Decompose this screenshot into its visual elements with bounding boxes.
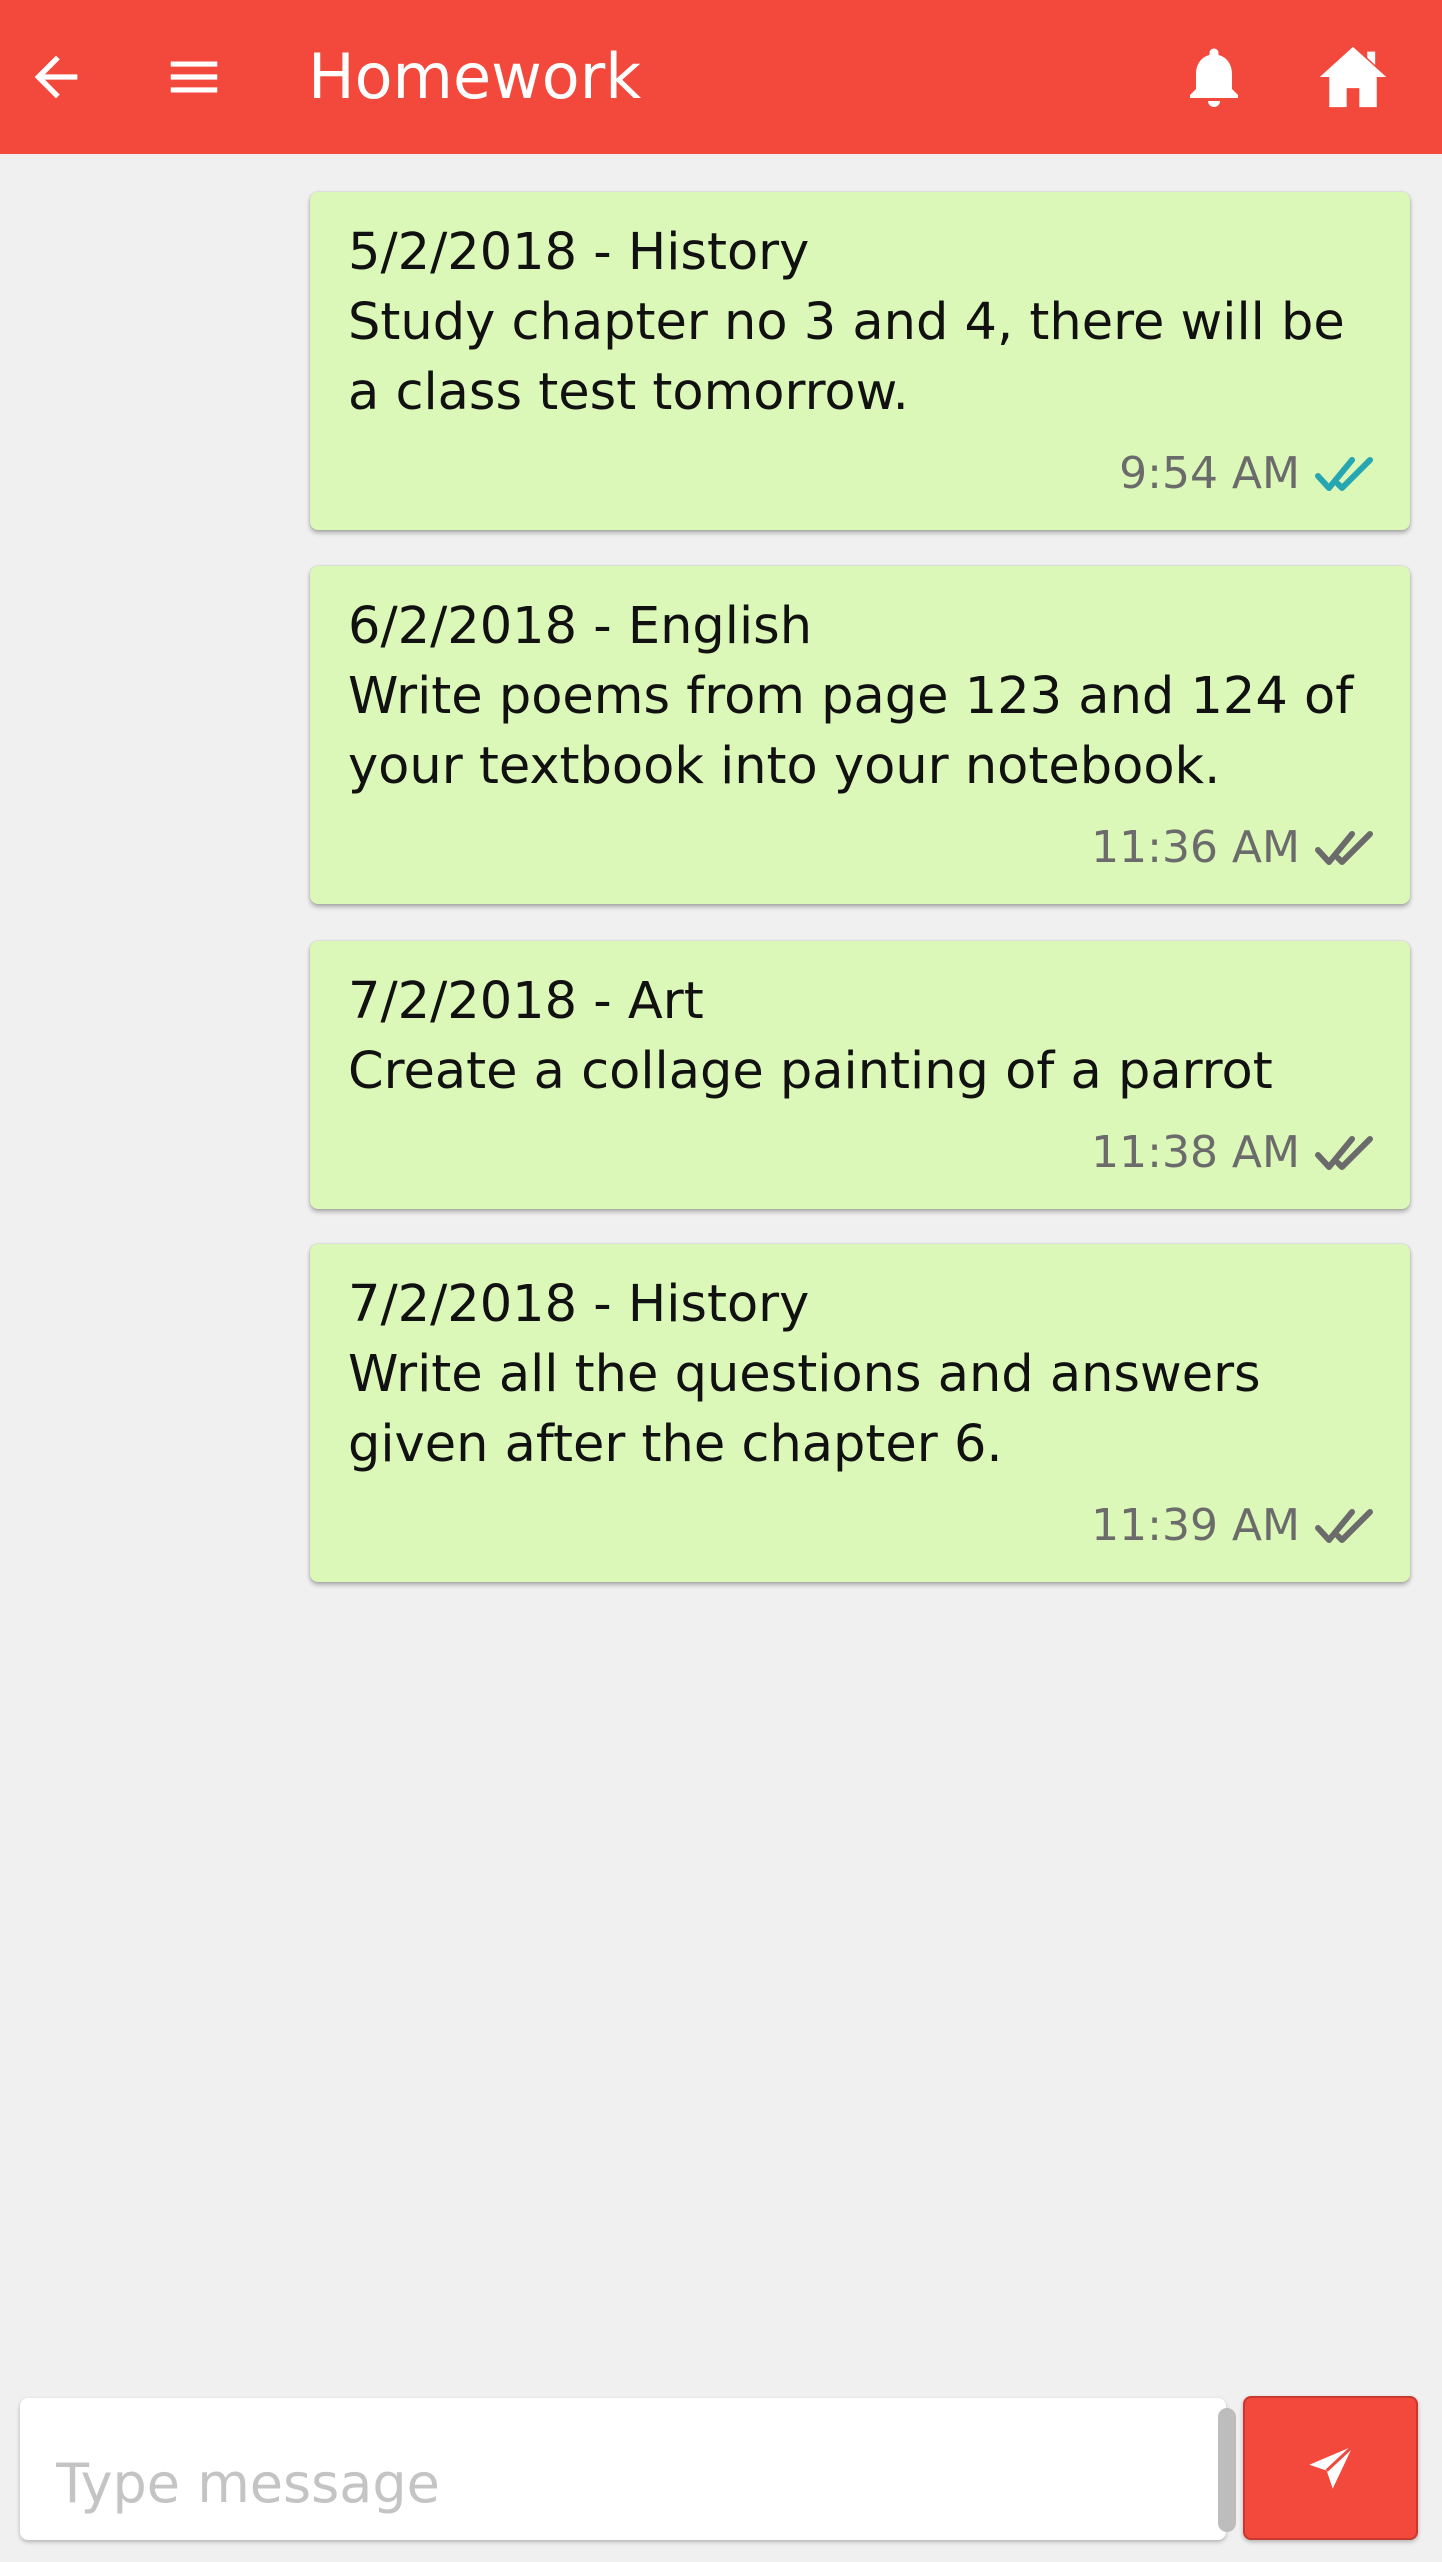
message-text: Create a collage painting of a parrot bbox=[348, 1042, 1273, 1101]
home-icon bbox=[1319, 46, 1387, 108]
message-meta: 11:38 AM bbox=[1091, 1125, 1376, 1181]
message-meta: 11:36 AM bbox=[1091, 820, 1376, 876]
double-check-icon bbox=[1315, 1509, 1373, 1543]
message-text: Study chapter no 3 and 4, there will be … bbox=[348, 293, 1345, 422]
page-title: Homework bbox=[308, 40, 642, 113]
message-time: 9:54 AM bbox=[1119, 448, 1300, 499]
home-button[interactable] bbox=[1305, 0, 1401, 154]
message-text: Write poems from page 123 and 124 of you… bbox=[348, 667, 1354, 796]
message-header: 5/2/2018 - History bbox=[348, 223, 810, 282]
double-check-icon bbox=[1315, 457, 1373, 491]
message-bubble[interactable]: 5/2/2018 - History Study chapter no 3 an… bbox=[310, 192, 1410, 530]
message-bubble[interactable]: 7/2/2018 - Art Create a collage painting… bbox=[310, 941, 1410, 1209]
hamburger-menu-icon bbox=[170, 61, 218, 93]
message-time: 11:38 AM bbox=[1091, 1127, 1300, 1178]
double-check-icon bbox=[1315, 1136, 1373, 1170]
double-check-icon bbox=[1315, 831, 1373, 865]
notifications-button[interactable] bbox=[1168, 0, 1260, 154]
back-button[interactable] bbox=[14, 0, 98, 154]
bell-icon bbox=[1190, 48, 1238, 107]
message-time: 11:36 AM bbox=[1091, 822, 1300, 873]
message-bubble[interactable]: 6/2/2018 - English Write poems from page… bbox=[310, 566, 1410, 904]
message-composer bbox=[20, 2398, 1236, 2540]
message-header: 7/2/2018 - Art bbox=[348, 972, 704, 1031]
input-scrollbar[interactable] bbox=[1218, 2408, 1236, 2532]
send-icon bbox=[1308, 2445, 1354, 2489]
message-bubble[interactable]: 7/2/2018 - History Write all the questio… bbox=[310, 1244, 1410, 1582]
message-header: 7/2/2018 - History bbox=[348, 1275, 810, 1334]
message-header: 6/2/2018 - English bbox=[348, 597, 813, 656]
message-meta: 9:54 AM bbox=[1119, 446, 1376, 502]
app-bar: Homework bbox=[0, 0, 1442, 154]
message-input[interactable] bbox=[20, 2398, 1195, 2540]
message-meta: 11:39 AM bbox=[1091, 1498, 1376, 1554]
message-time: 11:39 AM bbox=[1091, 1500, 1300, 1551]
menu-button[interactable] bbox=[150, 0, 238, 154]
send-button[interactable] bbox=[1243, 2396, 1418, 2540]
arrow-left-icon bbox=[34, 55, 78, 99]
message-text: Write all the questions and answers give… bbox=[348, 1345, 1261, 1474]
